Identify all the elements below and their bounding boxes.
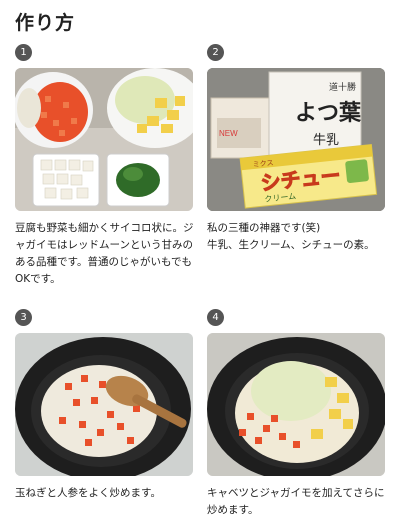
step-4: 4 キャベツとジャガイモを加えてさらに炒めます。 (207, 309, 385, 516)
step-2: 2 NEW 道十勝 よつ葉 牛乳 ミクス シチュー クリーム 私の三種の神器です… (207, 44, 385, 251)
step-1: 1 豆腐も野菜も細かくサイコロ状に。ジャガイモはレッドムーンという甘みのある品種… (15, 44, 194, 285)
milk-top-label: 道十勝 (329, 81, 356, 93)
step-3-photo[interactable] (15, 333, 193, 476)
step-1-text: 豆腐も野菜も細かくサイコロ状に。ジャガイモはレッドムーンという甘みのある品種です… (15, 222, 194, 285)
page-title: 作り方 (15, 12, 76, 34)
step-number-badge: 3 (15, 309, 32, 326)
step-2-text: 私の三種の神器です(笑) 牛乳、生クリーム、シチューの素。 (207, 222, 375, 251)
step-3-text: 玉ねぎと人参をよく炒めます。 (15, 487, 161, 499)
cream-new-label: NEW (219, 129, 238, 138)
milk-brand-label: よつ葉 (295, 101, 362, 126)
milk-sub-label: 牛乳 (313, 133, 339, 148)
step-4-text: キャベツとジャガイモを加えてさらに炒めます。 (207, 487, 385, 516)
step-number-badge: 4 (207, 309, 224, 326)
step-4-photo[interactable] (207, 333, 385, 476)
step-number-badge: 2 (207, 44, 224, 61)
step-number-badge: 1 (15, 44, 32, 61)
step-3: 3 玉ねぎと人参をよく炒めます。 (15, 309, 193, 499)
step-2-photo[interactable]: NEW 道十勝 よつ葉 牛乳 ミクス シチュー クリーム (207, 68, 385, 211)
step-1-photo[interactable] (15, 68, 193, 211)
